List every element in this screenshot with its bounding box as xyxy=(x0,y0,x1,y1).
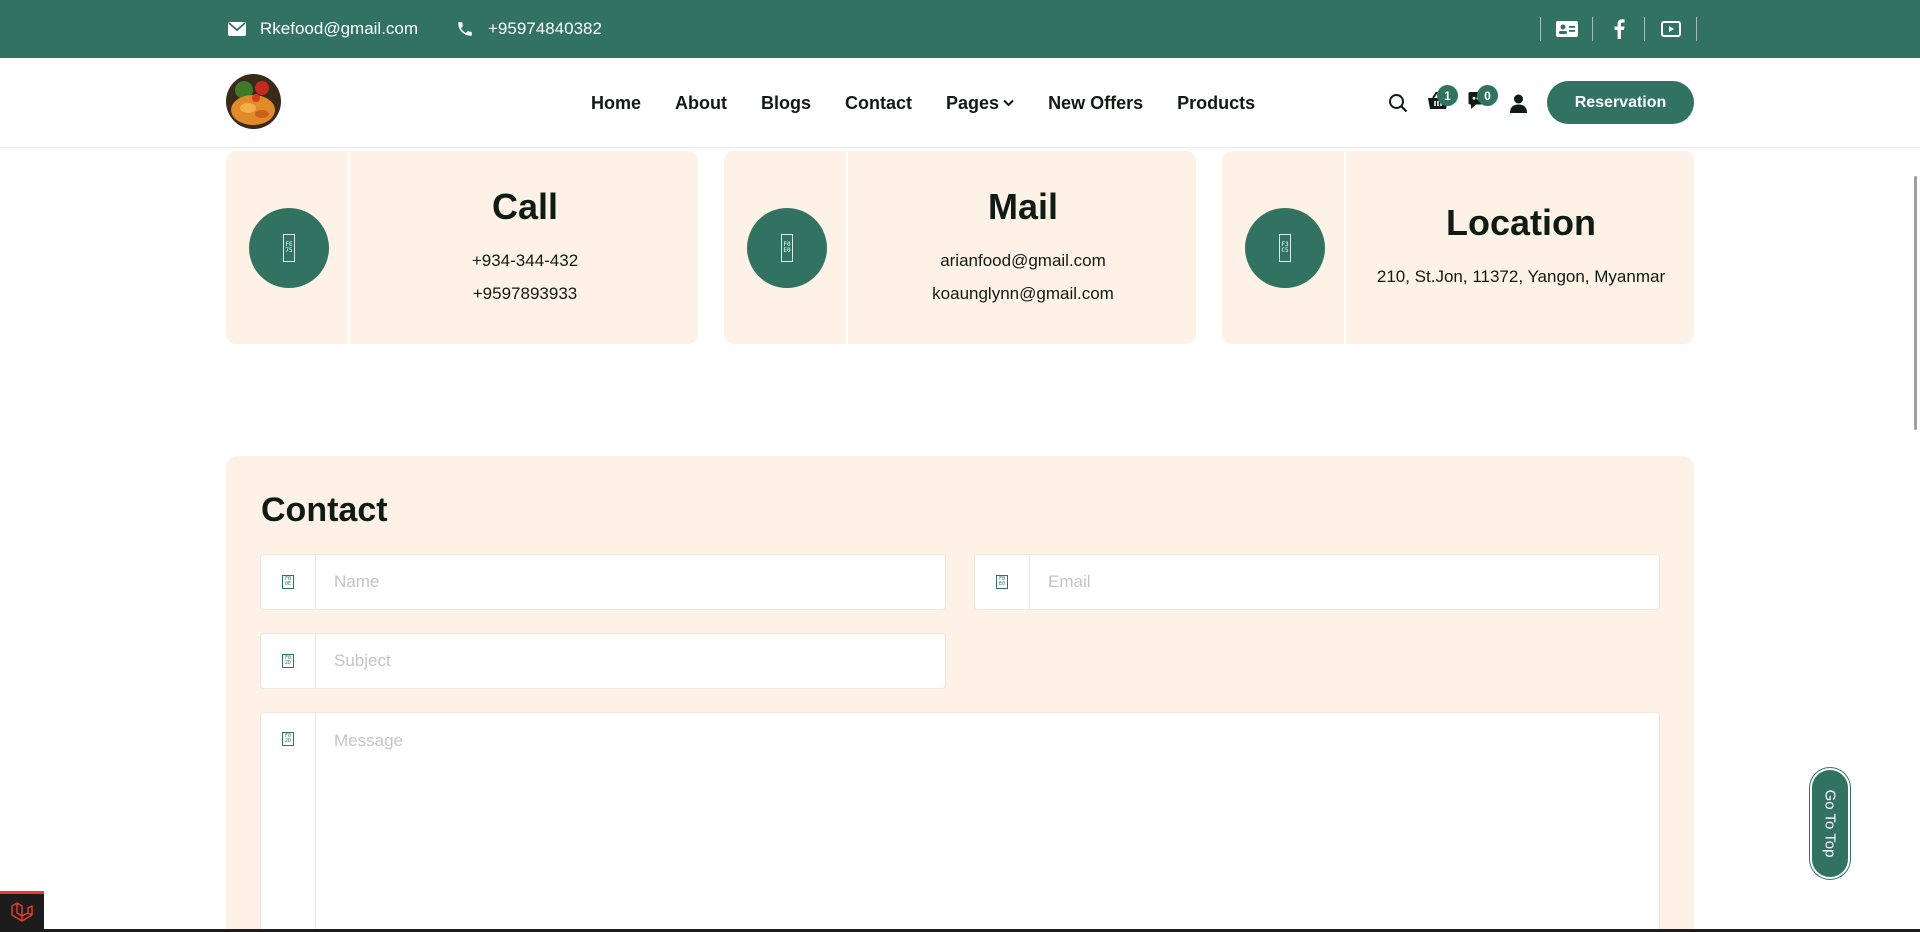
user-icon: F0 0E xyxy=(261,555,316,609)
nav-home[interactable]: Home xyxy=(591,93,641,114)
message-count-badge: 0 xyxy=(1477,85,1498,106)
mail-icon: F0 E0 xyxy=(747,208,827,288)
card-line[interactable]: +9597893933 xyxy=(473,277,577,310)
nav-new-offers[interactable]: New Offers xyxy=(1048,93,1143,114)
laravel-icon[interactable] xyxy=(0,891,44,932)
messages-button[interactable]: 0 xyxy=(1458,83,1498,123)
nav-new-offers-label: New Offers xyxy=(1048,92,1144,113)
nav-products[interactable]: Products xyxy=(1177,93,1255,114)
subject-field[interactable]: F0 2D xyxy=(260,633,946,689)
card-content: Call +934-344-432 +9597893933 xyxy=(352,151,698,344)
phone-icon xyxy=(454,18,476,40)
phone-icon: FE 75 xyxy=(249,208,329,288)
contact-card-icon[interactable] xyxy=(1541,0,1592,58)
nav-about[interactable]: About xyxy=(675,93,727,114)
nav-home-label: Home xyxy=(591,92,642,113)
contact-title: Contact xyxy=(261,491,388,529)
user-icon[interactable] xyxy=(1498,83,1538,123)
card-icon-panel: F3 C5 xyxy=(1222,151,1346,344)
contact-form: Contact F00E F0E0 F02D F02D xyxy=(226,456,1694,932)
card-content: Location 210, St.Jon, 11372, Yangon, Mya… xyxy=(1348,151,1694,344)
card-icon-panel: F0 E0 xyxy=(724,151,848,344)
topbar-phone[interactable]: +95974840382 xyxy=(454,0,602,58)
cart-count-badge: 1 xyxy=(1437,85,1458,106)
envelope-icon: F0 E0 xyxy=(975,555,1030,609)
topbar-email-text: Rkefood@gmail.com xyxy=(260,19,419,38)
nav-pages-label: Pages xyxy=(946,92,1000,113)
nav-about-label: About xyxy=(675,92,727,113)
social-links xyxy=(1540,0,1697,58)
message-input[interactable] xyxy=(316,713,1659,932)
card-content: Mail arianfood@gmail.com koaunglynn@gmai… xyxy=(850,151,1196,344)
facebook-icon[interactable] xyxy=(1593,0,1644,58)
card-title: Call xyxy=(491,185,559,227)
divider xyxy=(1696,17,1697,41)
card-title: Location xyxy=(1446,202,1596,243)
nav-contact[interactable]: Contact xyxy=(845,93,912,114)
email-field[interactable]: F0 E0 xyxy=(974,554,1660,610)
main-nav: Home About Blogs Contact Pages New Offer… xyxy=(574,58,1272,148)
topbar-phone-text: +95974840382 xyxy=(488,19,602,38)
pencil-icon: F0 2D xyxy=(261,713,316,932)
nav-blogs-label: Blogs xyxy=(761,92,812,113)
scrollbar-thumb[interactable] xyxy=(1914,176,1917,430)
nav-blogs[interactable]: Blogs xyxy=(761,93,811,114)
card-line[interactable]: arianfood@gmail.com xyxy=(940,244,1106,277)
location-icon: F3 C5 xyxy=(1245,208,1325,288)
nav-contact-label: Contact xyxy=(845,92,913,113)
card-icon-panel: FE 75 xyxy=(226,151,350,344)
envelope-icon xyxy=(226,18,248,40)
card-title: Mail xyxy=(987,185,1058,227)
topbar-email[interactable]: Rkefood@gmail.com xyxy=(226,0,418,58)
go-to-top-button[interactable]: Go To Top xyxy=(1810,768,1850,879)
cart-button[interactable]: 1 xyxy=(1418,83,1458,123)
card-line[interactable]: +934-344-432 xyxy=(472,244,578,277)
top-bar: Rkefood@gmail.com +95974840382 xyxy=(0,0,1920,58)
name-field[interactable]: F0 0E xyxy=(260,554,946,610)
tag-icon: F0 2D xyxy=(261,634,316,688)
card-line: 210, St.Jon, 11372, Yangon, Myanmar xyxy=(1376,267,1666,286)
nav-pages[interactable]: Pages xyxy=(946,93,1014,114)
main-header: Home About Blogs Contact Pages New Offer… xyxy=(0,58,1920,148)
mail-card: F0 E0 Mail arianfood@gmail.com koaunglynn… xyxy=(724,151,1196,344)
header-actions: 1 0 xyxy=(1378,58,1538,148)
name-input[interactable] xyxy=(316,555,945,609)
youtube-icon[interactable] xyxy=(1645,0,1696,58)
go-to-top-label: Go To Top xyxy=(1821,789,1839,858)
reservation-button[interactable]: Reservation xyxy=(1547,81,1694,124)
chevron-down-icon xyxy=(1003,99,1014,107)
message-field[interactable]: F0 2D xyxy=(260,712,1660,932)
search-icon[interactable] xyxy=(1378,83,1418,123)
card-line[interactable]: koaunglynn@gmail.com xyxy=(932,277,1114,310)
nav-products-label: Products xyxy=(1177,92,1256,113)
site-logo[interactable] xyxy=(226,74,281,129)
call-card: FE 75 Call +934-344-432 +9597893933 xyxy=(226,151,698,344)
location-card: F3 C5 Location 210, St.Jon, 11372, Yangon… xyxy=(1222,151,1694,344)
email-input[interactable] xyxy=(1030,555,1659,609)
subject-input[interactable] xyxy=(316,634,945,688)
